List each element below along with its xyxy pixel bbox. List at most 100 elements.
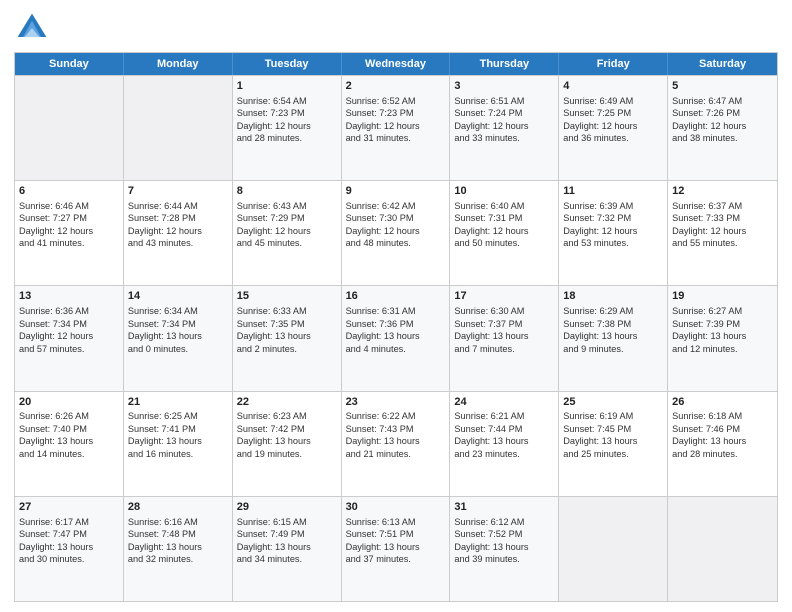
day-number: 8 — [237, 184, 337, 199]
calendar-day-16: 16Sunrise: 6:31 AMSunset: 7:36 PMDayligh… — [342, 286, 451, 390]
day-info-line: Sunrise: 6:29 AM — [563, 305, 663, 317]
day-number: 10 — [454, 184, 554, 199]
calendar-row-3: 20Sunrise: 6:26 AMSunset: 7:40 PMDayligh… — [15, 391, 777, 496]
calendar-row-2: 13Sunrise: 6:36 AMSunset: 7:34 PMDayligh… — [15, 285, 777, 390]
day-info-line: Sunset: 7:31 PM — [454, 212, 554, 224]
day-number: 6 — [19, 184, 119, 199]
day-info-line: Daylight: 13 hours — [19, 435, 119, 447]
weekday-header-tuesday: Tuesday — [233, 53, 342, 75]
day-info-line: Sunrise: 6:31 AM — [346, 305, 446, 317]
day-info-line: Daylight: 12 hours — [563, 120, 663, 132]
day-info-line: and 55 minutes. — [672, 237, 773, 249]
day-info-line: Sunrise: 6:33 AM — [237, 305, 337, 317]
weekday-header-sunday: Sunday — [15, 53, 124, 75]
calendar: SundayMondayTuesdayWednesdayThursdayFrid… — [14, 52, 778, 602]
day-info-line: Daylight: 12 hours — [672, 120, 773, 132]
day-info-line: and 9 minutes. — [563, 343, 663, 355]
day-info-line: Sunset: 7:37 PM — [454, 318, 554, 330]
day-info-line: Sunset: 7:43 PM — [346, 423, 446, 435]
day-number: 23 — [346, 395, 446, 410]
day-info-line: Sunrise: 6:46 AM — [19, 200, 119, 212]
day-info-line: and 28 minutes. — [237, 132, 337, 144]
calendar-day-24: 24Sunrise: 6:21 AMSunset: 7:44 PMDayligh… — [450, 392, 559, 496]
day-info-line: Sunrise: 6:21 AM — [454, 410, 554, 422]
calendar-day-30: 30Sunrise: 6:13 AMSunset: 7:51 PMDayligh… — [342, 497, 451, 601]
day-info-line: and 37 minutes. — [346, 553, 446, 565]
day-number: 7 — [128, 184, 228, 199]
day-info-line: Sunset: 7:32 PM — [563, 212, 663, 224]
day-info-line: Sunrise: 6:37 AM — [672, 200, 773, 212]
calendar-day-2: 2Sunrise: 6:52 AMSunset: 7:23 PMDaylight… — [342, 76, 451, 180]
day-number: 26 — [672, 395, 773, 410]
logo-icon — [14, 10, 50, 46]
calendar-day-22: 22Sunrise: 6:23 AMSunset: 7:42 PMDayligh… — [233, 392, 342, 496]
day-info-line: Sunset: 7:48 PM — [128, 528, 228, 540]
day-info-line: Sunset: 7:38 PM — [563, 318, 663, 330]
calendar-day-9: 9Sunrise: 6:42 AMSunset: 7:30 PMDaylight… — [342, 181, 451, 285]
logo — [14, 10, 54, 46]
day-info-line: Sunset: 7:29 PM — [237, 212, 337, 224]
day-info-line: and 36 minutes. — [563, 132, 663, 144]
day-info-line: and 31 minutes. — [346, 132, 446, 144]
day-info-line: Sunrise: 6:25 AM — [128, 410, 228, 422]
day-info-line: Daylight: 13 hours — [672, 435, 773, 447]
day-info-line: Sunrise: 6:13 AM — [346, 516, 446, 528]
day-info-line: Sunrise: 6:44 AM — [128, 200, 228, 212]
calendar-day-12: 12Sunrise: 6:37 AMSunset: 7:33 PMDayligh… — [668, 181, 777, 285]
day-info-line: Daylight: 12 hours — [454, 120, 554, 132]
day-info-line: Sunset: 7:24 PM — [454, 107, 554, 119]
day-info-line: Sunset: 7:23 PM — [237, 107, 337, 119]
day-info-line: Sunset: 7:41 PM — [128, 423, 228, 435]
day-info-line: Sunset: 7:42 PM — [237, 423, 337, 435]
day-number: 14 — [128, 289, 228, 304]
day-info-line: Sunset: 7:25 PM — [563, 107, 663, 119]
day-info-line: Sunrise: 6:23 AM — [237, 410, 337, 422]
day-info-line: Sunrise: 6:17 AM — [19, 516, 119, 528]
day-info-line: Daylight: 13 hours — [563, 330, 663, 342]
day-info-line: Sunset: 7:49 PM — [237, 528, 337, 540]
day-info-line: and 33 minutes. — [454, 132, 554, 144]
day-number: 30 — [346, 500, 446, 515]
day-info-line: Sunset: 7:23 PM — [346, 107, 446, 119]
calendar-day-17: 17Sunrise: 6:30 AMSunset: 7:37 PMDayligh… — [450, 286, 559, 390]
calendar-day-20: 20Sunrise: 6:26 AMSunset: 7:40 PMDayligh… — [15, 392, 124, 496]
day-info-line: Sunset: 7:44 PM — [454, 423, 554, 435]
day-info-line: Daylight: 13 hours — [128, 435, 228, 447]
calendar-day-3: 3Sunrise: 6:51 AMSunset: 7:24 PMDaylight… — [450, 76, 559, 180]
day-info-line: Sunset: 7:51 PM — [346, 528, 446, 540]
day-info-line: Sunset: 7:26 PM — [672, 107, 773, 119]
calendar-day-13: 13Sunrise: 6:36 AMSunset: 7:34 PMDayligh… — [15, 286, 124, 390]
day-info-line: and 21 minutes. — [346, 448, 446, 460]
day-number: 17 — [454, 289, 554, 304]
weekday-header-saturday: Saturday — [668, 53, 777, 75]
day-info-line: Sunrise: 6:34 AM — [128, 305, 228, 317]
day-info-line: Sunrise: 6:27 AM — [672, 305, 773, 317]
day-number: 29 — [237, 500, 337, 515]
day-number: 19 — [672, 289, 773, 304]
calendar-day-1: 1Sunrise: 6:54 AMSunset: 7:23 PMDaylight… — [233, 76, 342, 180]
calendar-day-26: 26Sunrise: 6:18 AMSunset: 7:46 PMDayligh… — [668, 392, 777, 496]
day-info-line: Daylight: 13 hours — [128, 541, 228, 553]
calendar-body: 1Sunrise: 6:54 AMSunset: 7:23 PMDaylight… — [15, 75, 777, 601]
day-info-line: Sunset: 7:45 PM — [563, 423, 663, 435]
calendar-empty-cell — [559, 497, 668, 601]
day-info-line: Daylight: 13 hours — [672, 330, 773, 342]
day-info-line: Sunset: 7:39 PM — [672, 318, 773, 330]
day-number: 27 — [19, 500, 119, 515]
calendar-day-10: 10Sunrise: 6:40 AMSunset: 7:31 PMDayligh… — [450, 181, 559, 285]
day-info-line: Daylight: 13 hours — [346, 435, 446, 447]
day-info-line: and 41 minutes. — [19, 237, 119, 249]
calendar-day-6: 6Sunrise: 6:46 AMSunset: 7:27 PMDaylight… — [15, 181, 124, 285]
weekday-header-thursday: Thursday — [450, 53, 559, 75]
day-info-line: Daylight: 12 hours — [563, 225, 663, 237]
day-number: 18 — [563, 289, 663, 304]
day-info-line: and 28 minutes. — [672, 448, 773, 460]
day-info-line: and 2 minutes. — [237, 343, 337, 355]
calendar-header: SundayMondayTuesdayWednesdayThursdayFrid… — [15, 53, 777, 75]
day-number: 12 — [672, 184, 773, 199]
weekday-header-monday: Monday — [124, 53, 233, 75]
day-info-line: and 53 minutes. — [563, 237, 663, 249]
day-info-line: and 12 minutes. — [672, 343, 773, 355]
day-info-line: and 23 minutes. — [454, 448, 554, 460]
day-info-line: Daylight: 13 hours — [563, 435, 663, 447]
